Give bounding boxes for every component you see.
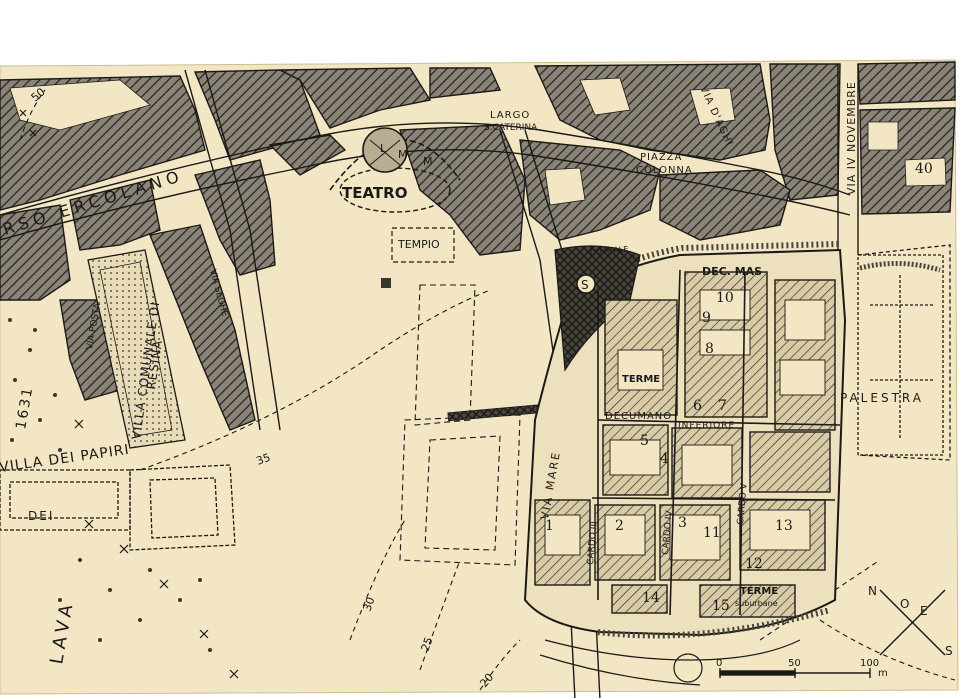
- label-colonna: COLONNA: [636, 165, 693, 176]
- insula-12: 12: [745, 556, 763, 572]
- cistern-letter: S: [581, 278, 589, 292]
- scale-50: 50: [788, 658, 801, 669]
- insula-15: 15: [712, 598, 730, 614]
- compass-s: S: [945, 644, 953, 658]
- label-terme-suburbane: TERME: [740, 586, 778, 597]
- label-s-caterina: S.CATERINA: [484, 123, 538, 133]
- label-dec-mas: DEC. MAS: [702, 265, 762, 278]
- compass-o: O: [900, 597, 909, 611]
- scale-0: 0: [716, 658, 722, 669]
- label-teatro: TEATRO: [342, 184, 407, 202]
- label-dei: DEI: [28, 509, 54, 523]
- label-via-iv-novembre: VIA IV NOVEMBRE: [845, 81, 858, 195]
- compass-n: N: [868, 584, 877, 598]
- insula-13: 13: [775, 518, 793, 534]
- insula-5: 5: [640, 433, 649, 449]
- scale-100: 100: [860, 658, 879, 669]
- label-decumano: DECUMANO: [605, 411, 672, 422]
- insula-10: 10: [716, 290, 734, 306]
- label-tempio: TEMPIO: [397, 238, 440, 251]
- insula-6: 6: [693, 398, 702, 414]
- compass-e: E: [920, 604, 928, 618]
- insula-11: 11: [703, 525, 721, 541]
- tempio-marker: [381, 278, 391, 288]
- label-terme: TERME: [622, 374, 660, 385]
- archaeological-site-map: RSO ERCOLANO VIA IV NOVEMBRE VIA D'AGHI …: [0, 0, 960, 698]
- insula-2: 2: [615, 518, 624, 534]
- label-inferiore: INFERIORE: [678, 421, 735, 431]
- theatre-letter-m2: M: [423, 155, 433, 168]
- theatre-letter-l: L: [380, 142, 387, 155]
- scale-unit: m: [878, 668, 888, 679]
- theatre-letter-m1: M: [398, 148, 408, 161]
- insula-14: 14: [642, 590, 660, 606]
- insula-3: 3: [678, 515, 687, 531]
- label-largo: LARGO: [490, 110, 530, 121]
- insula-9: 9: [702, 310, 711, 326]
- label-suburbane: suburbane: [735, 599, 778, 608]
- label-piazza: PIAZZA: [640, 152, 682, 163]
- insula-40: 40: [915, 161, 933, 177]
- insula-4: 4: [660, 451, 669, 467]
- label-palestra: PALESTRA: [840, 391, 924, 405]
- insula-1: 1: [545, 518, 554, 534]
- insula-7: 7: [718, 398, 727, 414]
- insula-8: 8: [705, 341, 714, 357]
